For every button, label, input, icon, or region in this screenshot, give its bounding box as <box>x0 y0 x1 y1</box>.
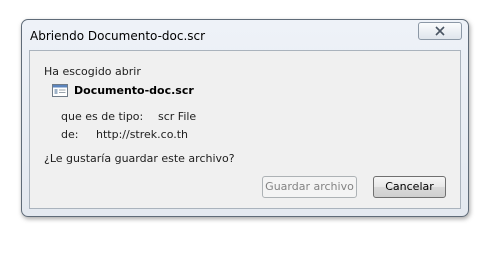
download-dialog: Abriendo Documento-doc.scr Ha escogido a… <box>21 19 469 217</box>
application-file-icon <box>52 84 68 97</box>
type-value: scr File <box>158 110 197 123</box>
question-text: ¿Le gustaría guardar este archivo? <box>44 152 235 165</box>
close-button[interactable] <box>418 22 462 40</box>
from-value: http://strek.co.th <box>96 128 189 141</box>
cancel-button[interactable]: Cancelar <box>373 176 446 198</box>
type-label: que es de tipo: <box>61 110 144 123</box>
dialog-title: Abriendo Documento-doc.scr <box>30 29 206 43</box>
close-icon <box>435 26 445 36</box>
file-name: Documento-doc.scr <box>74 84 194 97</box>
save-file-button[interactable]: Guardar archivo <box>262 176 357 198</box>
title-bar[interactable]: Abriendo Documento-doc.scr <box>22 20 468 50</box>
intro-text: Ha escogido abrir <box>44 65 141 78</box>
from-label: de: <box>61 128 79 141</box>
dialog-content: Ha escogido abrir Documento-doc.scr que … <box>29 50 461 209</box>
